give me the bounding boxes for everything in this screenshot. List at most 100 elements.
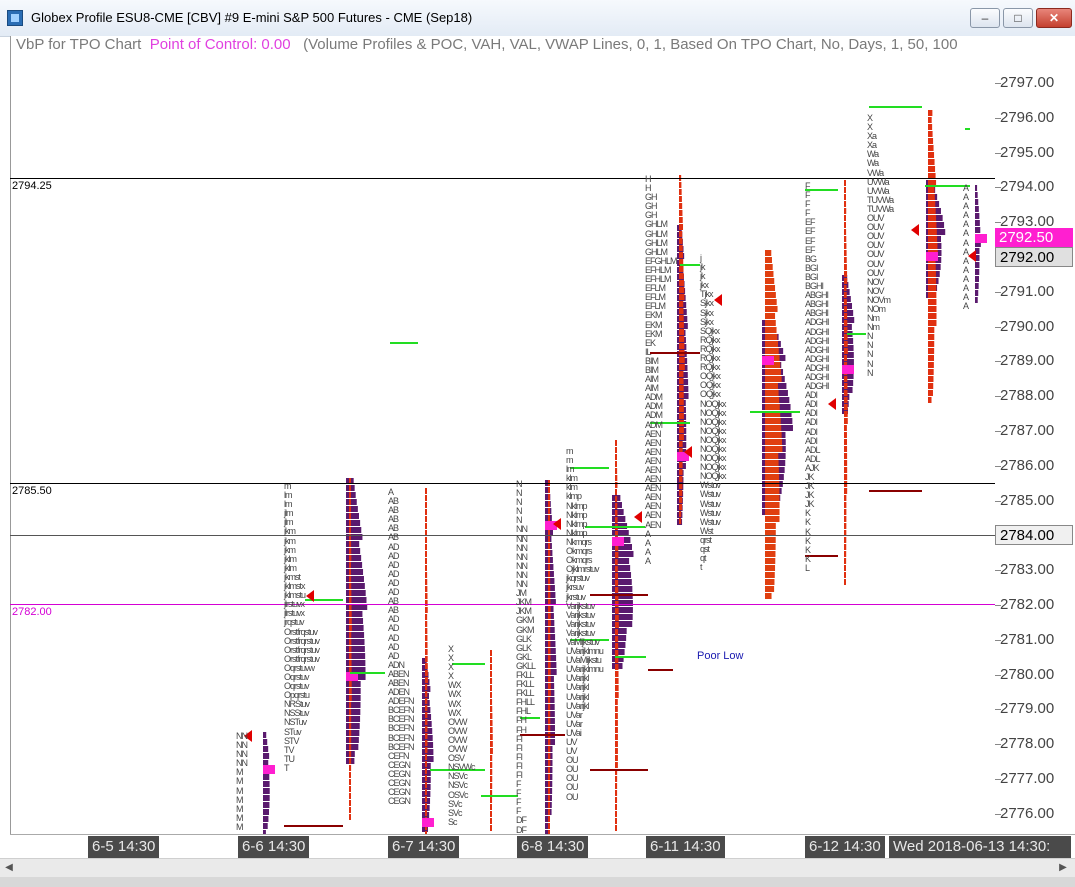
volume-profile-bar [425, 565, 427, 571]
volume-profile-bar [615, 531, 618, 537]
volume-profile-bar [490, 741, 493, 747]
volume-profile-bar [548, 676, 551, 682]
volume-profile-bar [346, 506, 358, 512]
volume-profile-bar [349, 520, 351, 526]
volume-profile-bar [679, 287, 685, 293]
price-tick-mark [995, 83, 1001, 84]
volume-profile-bar [615, 475, 618, 481]
volume-profile-bar [844, 327, 848, 333]
volume-profile-bar [425, 656, 428, 662]
horizontal-scrollbar[interactable]: ◀ ▶ [0, 858, 1075, 878]
volume-profile-bar [548, 802, 550, 808]
volume-profile-bar [346, 625, 364, 631]
volume-profile-bar [975, 269, 980, 275]
volume-profile-bar [928, 229, 937, 235]
scroll-left-icon[interactable]: ◀ [2, 861, 16, 875]
volume-profile-bar [425, 698, 428, 704]
volume-profile-bar [765, 320, 776, 326]
volume-profile-bar [928, 327, 935, 333]
volume-profile-bar [349, 492, 351, 498]
volume-profile-bar [765, 474, 780, 480]
volume-profile-bar [490, 734, 493, 740]
volume-profile-bar [765, 264, 773, 270]
price-tick-label: 2778.00 [1000, 735, 1055, 753]
volume-profile-bar [263, 739, 268, 745]
volume-profile-bar [975, 206, 979, 212]
volume-profile-bar [548, 578, 551, 584]
volume-profile-bar [422, 749, 434, 755]
volume-profile-bar [615, 440, 617, 446]
volume-profile-bar [975, 227, 981, 233]
volume-profile-bar [425, 621, 428, 627]
volume-profile-bar [548, 627, 551, 633]
volume-profile-bar [615, 790, 618, 796]
volume-profile-bar [928, 222, 937, 228]
volume-profile-bar [349, 814, 351, 820]
volume-profile-bar [490, 748, 493, 754]
volume-profile-bar [263, 788, 270, 794]
volume-profile-bar [615, 517, 618, 523]
volume-profile-bar [679, 504, 683, 510]
volume-profile-bar [679, 413, 684, 419]
volume-profile-bar [765, 502, 780, 508]
date-label-6-7: 6-7 14:30 [388, 836, 460, 858]
volume-profile-bar [490, 720, 493, 726]
volume-profile-bar [425, 488, 427, 494]
poor-low-annotation: Poor Low [697, 650, 744, 662]
volume-profile-bar [490, 671, 492, 677]
volume-profile-bar [346, 541, 360, 547]
volume-profile-bar [425, 796, 427, 802]
volume-profile-bar [425, 712, 428, 718]
volume-profile-bar [548, 683, 551, 689]
price-tick-label: 2779.00 [1000, 700, 1055, 718]
volume-profile-bar [490, 762, 493, 768]
scroll-right-icon[interactable]: ▶ [1056, 861, 1070, 875]
price-tick-label: 2776.00 [1000, 804, 1055, 822]
volume-profile-bar [844, 404, 848, 410]
volume-profile-bar [548, 753, 551, 759]
volume-profile-bar [349, 723, 352, 729]
volume-profile-bar [548, 767, 550, 773]
volume-profile-bar [844, 516, 847, 522]
price-tick-label: 2785.00 [1000, 491, 1055, 509]
ib-marker-icon [828, 398, 836, 410]
volume-profile-bar [612, 509, 624, 515]
volume-profile-bar [615, 468, 618, 474]
volume-profile-bar [548, 718, 551, 724]
volume-profile-bar [765, 425, 782, 431]
volume-profile-bar [346, 730, 360, 736]
volume-profile-bar [425, 670, 428, 676]
volume-profile-bar [928, 369, 934, 375]
volume-profile-bar [679, 280, 684, 286]
volume-profile-bar [490, 678, 493, 684]
volume-profile-bar [425, 782, 427, 788]
volume-profile-bar [679, 441, 683, 447]
volume-profile-bar [679, 308, 684, 314]
volume-profile-bar [842, 380, 854, 386]
price-tick-mark [995, 813, 1001, 815]
volume-profile-bar [679, 511, 682, 517]
volume-profile-bar [615, 783, 618, 789]
volume-profile-bar [548, 487, 550, 493]
volume-profile-bar [349, 681, 352, 687]
volume-profile-bar [346, 618, 364, 624]
volume-profile-bar [615, 580, 619, 586]
volume-profile-bar [490, 797, 493, 803]
volume-profile-bar [490, 776, 493, 782]
price-tick-mark [995, 222, 1001, 224]
volume-profile-bar [263, 802, 270, 808]
volume-profile-bar [765, 376, 782, 382]
volume-profile-bar [615, 573, 618, 579]
volume-profile-bar [425, 495, 427, 501]
volume-profile-bar [679, 210, 683, 216]
volume-profile-bar [928, 243, 938, 249]
volume-profile-bar [679, 364, 685, 370]
price-tick-label: 2789.00 [1000, 352, 1055, 370]
volume-profile-bar [928, 355, 935, 361]
tpo-column-6-5: NN NN NN NN M M M M M M M [236, 731, 248, 832]
volume-profile-bar [928, 383, 934, 389]
volume-profile-bar [425, 775, 427, 781]
volume-profile-bar [425, 726, 428, 732]
volume-profile-bar [679, 224, 684, 230]
volume-profile-bar [346, 576, 364, 582]
